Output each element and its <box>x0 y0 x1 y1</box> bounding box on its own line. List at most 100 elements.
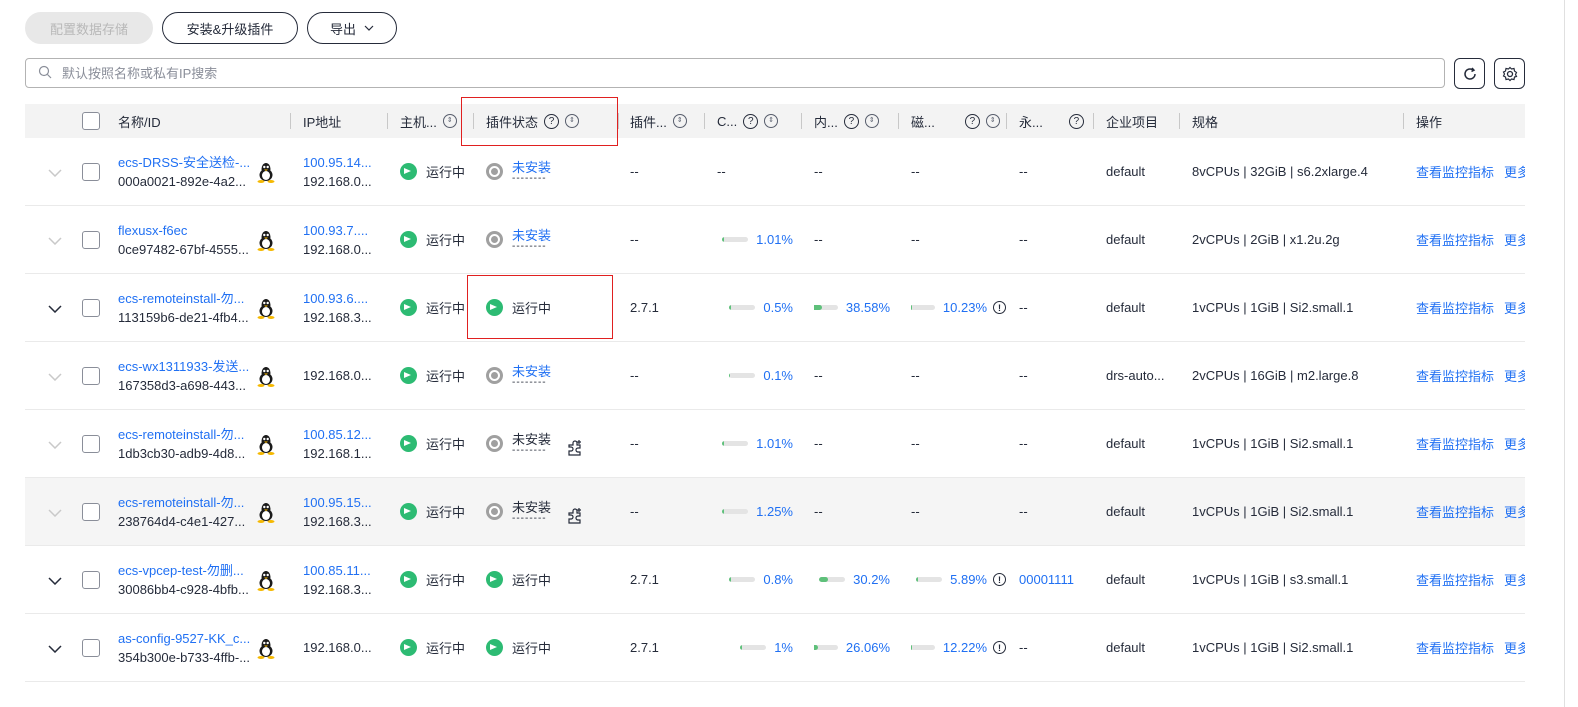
cpu-value[interactable]: 0.8% <box>763 572 793 587</box>
disk-detail-icon[interactable]: ! <box>993 573 1006 586</box>
export-button[interactable]: 导出 <box>307 12 397 44</box>
row-checkbox[interactable] <box>82 570 100 589</box>
instance-name-link[interactable]: ecs-remoteinstall-勿... <box>118 289 244 308</box>
cpu-value[interactable]: 0.1% <box>763 368 793 383</box>
expand-row-icon[interactable] <box>48 232 62 248</box>
row-checkbox[interactable] <box>82 230 100 249</box>
public-ip[interactable]: 100.85.11... <box>303 561 371 580</box>
enterprise-project: default <box>1106 640 1146 655</box>
more-link[interactable]: 更多 <box>1504 638 1525 657</box>
more-link[interactable]: 更多 <box>1504 230 1525 249</box>
table-row[interactable]: ecs-DRSS-安全送检-... 000a0021-892e-4a2... 100… <box>25 138 1525 206</box>
public-ip[interactable]: 100.95.14... <box>303 153 372 172</box>
more-link[interactable]: 更多 <box>1504 162 1525 181</box>
row-checkbox[interactable] <box>82 502 100 521</box>
public-ip[interactable]: 100.93.7.... <box>303 221 368 240</box>
instance-name-link[interactable]: ecs-remoteinstall-勿... <box>118 493 244 512</box>
table-row[interactable]: flexusx-f6ec 0ce97482-67bf-4555... 100.93.… <box>25 206 1525 274</box>
disk-value[interactable]: 12.22% <box>943 640 987 655</box>
table-row[interactable]: ecs-remoteinstall-勿... 113159b6-de21-4fb4… <box>25 274 1525 342</box>
view-metrics-link[interactable]: 查看监控指标 <box>1416 570 1494 589</box>
more-link[interactable]: 更多 <box>1504 502 1525 521</box>
view-metrics-link[interactable]: 查看监控指标 <box>1416 162 1494 181</box>
cpu-value[interactable]: 1.01% <box>756 232 793 247</box>
sort-icon[interactable]: ⇕ <box>565 114 580 128</box>
help-icon[interactable]: ? <box>544 113 560 129</box>
instance-name-link[interactable]: flexusx-f6ec <box>118 221 187 240</box>
view-metrics-link[interactable]: 查看监控指标 <box>1416 230 1494 249</box>
expand-row-icon[interactable] <box>48 300 62 316</box>
settings-button[interactable] <box>1494 58 1525 89</box>
disk-detail-icon[interactable]: ! <box>993 641 1006 654</box>
expand-row-icon[interactable] <box>48 572 62 588</box>
expand-row-icon[interactable] <box>48 368 62 384</box>
instance-name-link[interactable]: ecs-DRSS-安全送检-... <box>118 153 250 172</box>
column-cpu[interactable]: C...? ⇕ <box>717 104 779 138</box>
table-row[interactable]: ecs-remoteinstall-勿... 1db3cb30-adb9-4d8.… <box>25 410 1525 478</box>
sort-icon[interactable]: ⇕ <box>985 114 1000 128</box>
disk-value[interactable]: 10.23% <box>943 300 987 315</box>
select-all-checkbox[interactable] <box>82 112 100 130</box>
expand-row-icon[interactable] <box>48 640 62 656</box>
view-metrics-link[interactable]: 查看监控指标 <box>1416 638 1494 657</box>
view-metrics-link[interactable]: 查看监控指标 <box>1416 502 1494 521</box>
disk-detail-icon[interactable]: ! <box>993 301 1006 314</box>
cpu-value[interactable]: 1.01% <box>756 436 793 451</box>
column-plugin-status[interactable]: 插件状态? ⇕ <box>486 104 580 138</box>
install-plugin-icon[interactable] <box>566 439 584 457</box>
help-icon[interactable]: ? <box>843 113 859 129</box>
config-storage-button[interactable]: 配置数据存储 <box>25 12 153 44</box>
instance-name-link[interactable]: ecs-remoteinstall-勿... <box>118 425 244 444</box>
row-checkbox[interactable] <box>82 366 100 385</box>
sort-icon[interactable]: ⇕ <box>672 114 687 128</box>
cpu-value[interactable]: 1.25% <box>756 504 793 519</box>
view-metrics-link[interactable]: 查看监控指标 <box>1416 298 1494 317</box>
column-plugin-version[interactable]: 插件... ⇕ <box>630 104 687 138</box>
cpu-value: -- <box>717 164 726 179</box>
refresh-button[interactable] <box>1454 58 1485 89</box>
public-ip[interactable]: 100.93.6.... <box>303 289 368 308</box>
table-row[interactable]: ecs-vpcep-test-勿删... 30086bb4-c928-4bfb..… <box>25 546 1525 614</box>
column-permanent[interactable]: 永...? <box>1019 104 1084 138</box>
expand-row-icon[interactable] <box>48 436 62 452</box>
help-icon[interactable]: ? <box>743 113 759 129</box>
sort-icon[interactable]: ⇕ <box>764 114 779 128</box>
table-row[interactable]: as-config-9527-KK_c... 354b300e-b733-4ffb… <box>25 614 1525 682</box>
search-input[interactable] <box>60 64 1444 82</box>
expand-row-icon[interactable] <box>48 504 62 520</box>
cpu-value[interactable]: 0.5% <box>763 300 793 315</box>
instance-name-link[interactable]: ecs-wx1311933-发送... <box>118 357 249 376</box>
mem-value[interactable]: 26.06% <box>846 640 890 655</box>
install-plugin-icon[interactable] <box>566 507 584 525</box>
disk-value[interactable]: 5.89% <box>950 572 987 587</box>
row-checkbox[interactable] <box>82 298 100 317</box>
public-ip[interactable]: 100.95.15... <box>303 493 372 512</box>
view-metrics-link[interactable]: 查看监控指标 <box>1416 434 1494 453</box>
sort-icon[interactable]: ⇕ <box>864 114 879 128</box>
instance-name-link[interactable]: ecs-vpcep-test-勿删... <box>118 561 244 580</box>
table-row[interactable]: ecs-remoteinstall-勿... 238764d4-c4e1-427.… <box>25 478 1525 546</box>
mem-value[interactable]: 30.2% <box>853 572 890 587</box>
install-upgrade-plugin-button[interactable]: 安装&升级插件 <box>162 12 298 44</box>
help-icon[interactable]: ? <box>1068 113 1084 129</box>
column-memory[interactable]: 内...? ⇕ <box>814 104 879 138</box>
table-row[interactable]: ecs-wx1311933-发送... 167358d3-a698-443... 1… <box>25 342 1525 410</box>
more-link[interactable]: 更多 <box>1504 298 1525 317</box>
view-metrics-link[interactable]: 查看监控指标 <box>1416 366 1494 385</box>
more-link[interactable]: 更多 <box>1504 434 1525 453</box>
row-checkbox[interactable] <box>82 162 100 181</box>
sort-icon[interactable]: ⇕ <box>442 114 457 128</box>
row-checkbox[interactable] <box>82 434 100 453</box>
instance-name-link[interactable]: as-config-9527-KK_c... <box>118 629 250 648</box>
more-link[interactable]: 更多 <box>1504 366 1525 385</box>
column-disk[interactable]: 磁...? ⇕ <box>911 104 1000 138</box>
mem-value[interactable]: 38.58% <box>846 300 890 315</box>
column-host[interactable]: 主机... ⇕ <box>400 104 457 138</box>
expand-row-icon[interactable] <box>48 164 62 180</box>
public-ip[interactable]: 100.85.12... <box>303 425 372 444</box>
more-link[interactable]: 更多 <box>1504 570 1525 589</box>
permanent-value[interactable]: 00001111 <box>1019 572 1074 587</box>
help-icon[interactable]: ? <box>964 113 980 129</box>
cpu-value[interactable]: 1% <box>774 640 793 655</box>
row-checkbox[interactable] <box>82 638 100 657</box>
